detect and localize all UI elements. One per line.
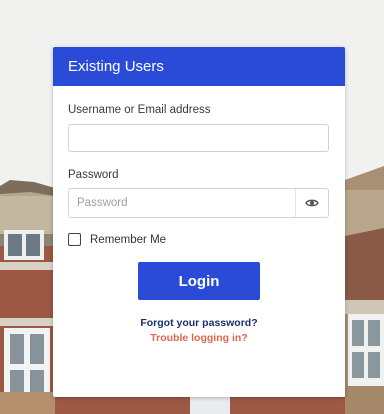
password-field — [68, 188, 329, 218]
login-button[interactable]: Login — [138, 262, 260, 300]
login-page: Existing Users Username or Email address… — [0, 0, 384, 414]
username-input[interactable] — [68, 124, 329, 152]
trouble-logging-in-link[interactable]: Trouble logging in? — [53, 332, 345, 344]
show-password-button[interactable] — [295, 189, 328, 217]
remember-me-checkbox[interactable] — [68, 233, 81, 246]
password-input[interactable] — [69, 189, 295, 217]
password-label: Password — [68, 169, 119, 181]
card-title: Existing Users — [53, 47, 345, 86]
forgot-password-link[interactable]: Forgot your password? — [53, 317, 345, 329]
login-card: Existing Users Username or Email address… — [53, 47, 345, 397]
remember-me-row: Remember Me — [68, 233, 166, 246]
username-label: Username or Email address — [68, 104, 211, 116]
remember-me-label: Remember Me — [90, 233, 167, 246]
eye-icon — [305, 199, 319, 207]
